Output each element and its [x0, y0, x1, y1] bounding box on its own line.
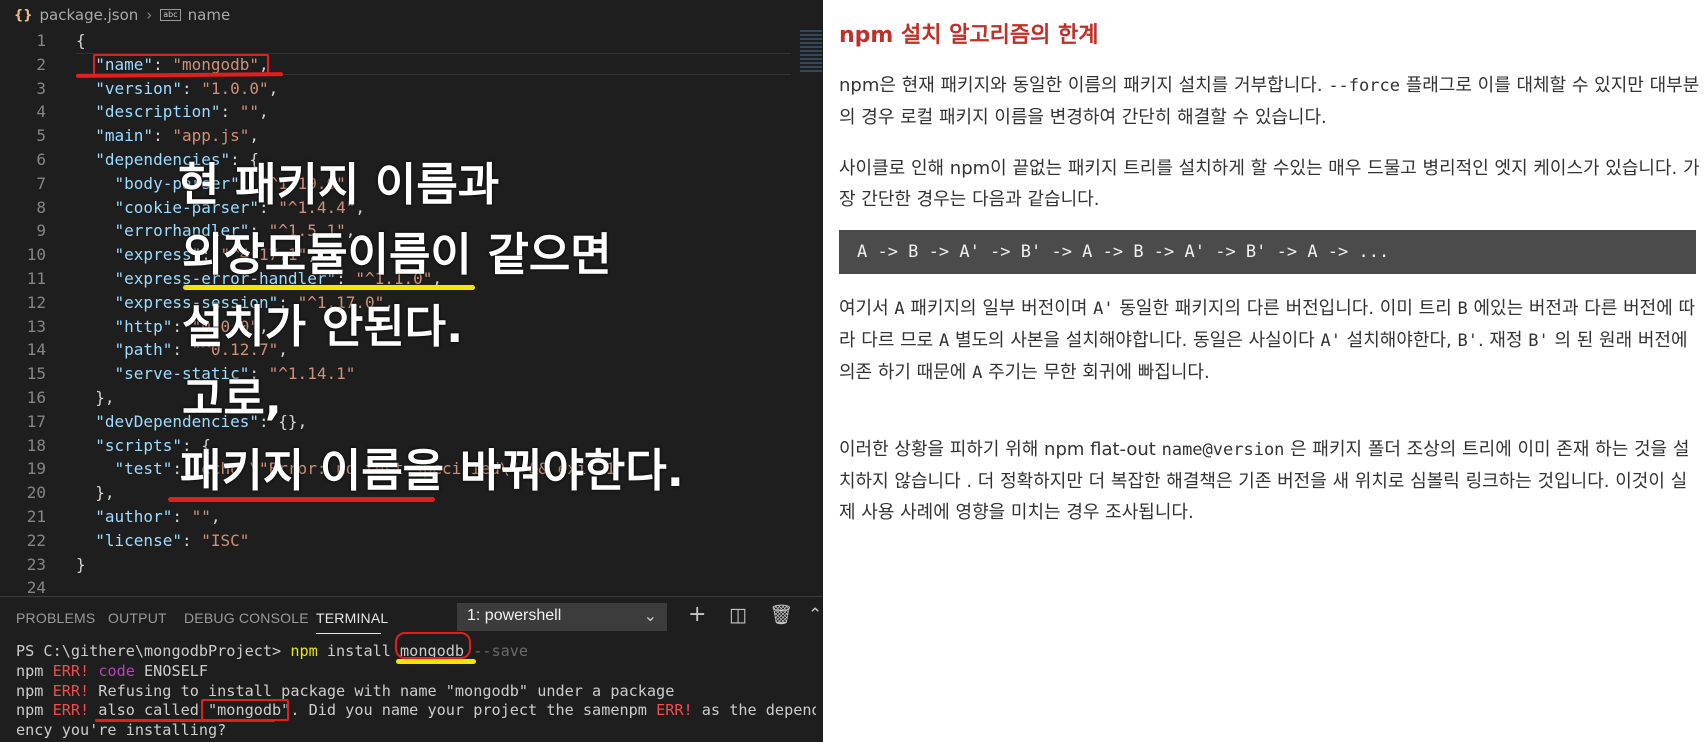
- red-underline-rename: [168, 497, 435, 502]
- code-text: "license": "ISC": [95, 530, 250, 550]
- line-number: 7: [36, 173, 46, 193]
- trash-icon[interactable]: 🗑: [769, 606, 793, 625]
- code-text: }: [76, 554, 86, 574]
- breadcrumb-symbol[interactable]: name: [188, 6, 231, 24]
- chevron-down-icon: ⌄: [643, 608, 657, 625]
- red-box-name: [93, 54, 269, 76]
- line-number: 13: [26, 316, 46, 336]
- line-number: 17: [26, 411, 46, 431]
- overlay-text-line-1: 현 패키지 이름과: [178, 158, 500, 211]
- line-number: 20: [26, 483, 46, 503]
- code-text: },: [95, 483, 115, 503]
- code-line[interactable]: 5 "main": "app.js",: [0, 124, 823, 148]
- code-text: "main": "app.js",: [95, 126, 260, 146]
- breadcrumb: {} package.json › abc name: [0, 0, 823, 30]
- line-number: 2: [36, 54, 46, 74]
- tab-output[interactable]: OUTPUT: [108, 610, 167, 626]
- string-symbol-icon: abc: [160, 9, 181, 21]
- line-number: 6: [36, 149, 46, 169]
- overlay-text-line-4: 고로,: [182, 372, 282, 425]
- code-line[interactable]: 3 "version": "1.0.0",: [0, 77, 823, 101]
- line-number: 11: [26, 268, 46, 288]
- json-file-icon: {}: [14, 7, 33, 23]
- terminal-select-value: 1: powershell: [467, 607, 562, 624]
- code-editor[interactable]: {} package.json › abc name 1{2 "name": "…: [0, 0, 823, 742]
- terminal-select[interactable]: 1: powershell ⌄: [457, 603, 667, 631]
- code-line[interactable]: 15 "serve-static": "^1.14.1": [0, 362, 823, 386]
- overlay-text-line-2: 외장모듈이름이 같으면: [182, 228, 612, 281]
- terminal-line: npm ERR! code ENOSELF: [16, 661, 209, 680]
- chevron-up-icon[interactable]: ⌃: [808, 607, 822, 624]
- line-number: 23: [26, 554, 46, 574]
- yellow-underline-mongodb: [396, 659, 476, 664]
- line-number: 16: [26, 387, 46, 407]
- plus-icon[interactable]: +: [688, 604, 706, 626]
- paragraph-2: 사이클로 인해 npm이 끝없는 패키지 트리를 설치하게 할 수있는 매우 드…: [839, 158, 1700, 210]
- code-block: A -> B -> A' -> B' -> A -> B -> A' -> B'…: [839, 230, 1696, 274]
- red-underline-also: [95, 719, 275, 722]
- split-terminal-icon[interactable]: ◫: [729, 606, 747, 625]
- code-line[interactable]: 23}: [0, 553, 823, 577]
- line-number: 22: [26, 530, 46, 550]
- line-number: 15: [26, 364, 46, 384]
- code-line[interactable]: 1{: [0, 29, 823, 53]
- tab-debug-console[interactable]: DEBUG CONSOLE: [184, 610, 309, 626]
- article-title: npm 설치 알고리즘의 한계: [839, 23, 1099, 48]
- line-number: 21: [26, 506, 46, 526]
- red-box-mongodb-quoted: [201, 699, 289, 721]
- code-line[interactable]: 17 "devDependencies": {},: [0, 410, 823, 434]
- line-number: 19: [26, 459, 46, 479]
- paragraph-4: 이러한 상황을 피하기 위해 npm flat-out name@version…: [839, 439, 1690, 523]
- code-line[interactable]: 21 "author": "",: [0, 505, 823, 529]
- line-number: 9: [36, 221, 46, 241]
- line-number: 1: [36, 31, 46, 50]
- overlay-text-line-5: 패키지 이름을 바꿔야한다.: [180, 444, 684, 497]
- code-text: "description": "",: [95, 102, 269, 122]
- code-text: "version": "1.0.0",: [95, 78, 279, 98]
- line-number: 3: [36, 78, 46, 98]
- chevron-right-icon: ›: [146, 6, 153, 24]
- overlay-text-line-3: 설치가 안된다.: [182, 300, 464, 353]
- code-text: "author": "",: [95, 506, 221, 526]
- code-text: {: [76, 31, 86, 50]
- line-number: 8: [36, 197, 46, 217]
- code-line[interactable]: 22 "license": "ISC": [0, 529, 823, 553]
- code-line[interactable]: 4 "description": "",: [0, 100, 823, 124]
- terminal-line: ency you're installing?: [16, 721, 227, 740]
- line-number: 4: [36, 102, 46, 122]
- paragraph-3: 여기서 A 패키지의 일부 버전이며 A' 동일한 패키지의 다른 버전입니다.…: [839, 298, 1696, 383]
- line-number: 10: [26, 245, 46, 265]
- line-number: 12: [26, 292, 46, 312]
- active-tab-indicator: [316, 633, 381, 634]
- code-text: },: [95, 387, 115, 407]
- bottom-panel: PROBLEMS OUTPUT DEBUG CONSOLE TERMINAL 1…: [0, 596, 823, 742]
- tab-problems[interactable]: PROBLEMS: [16, 610, 95, 626]
- red-circle-mongodb: [395, 632, 471, 659]
- tab-terminal[interactable]: TERMINAL: [316, 610, 388, 626]
- terminal-line: npm ERR! Refusing to install package wit…: [16, 681, 675, 700]
- line-number: 5: [36, 126, 46, 146]
- line-number: 18: [26, 435, 46, 455]
- paragraph-1: npm은 현재 패키지와 동일한 이름의 패키지 설치를 거부합니다. --fo…: [839, 75, 1700, 128]
- yellow-underline: [183, 285, 475, 290]
- article: npm 설치 알고리즘의 한계 npm은 현재 패키지와 동일한 이름의 패키지…: [823, 0, 1704, 742]
- code-line[interactable]: 16 },: [0, 386, 823, 410]
- line-number: 14: [26, 340, 46, 360]
- breadcrumb-file[interactable]: package.json: [40, 6, 139, 24]
